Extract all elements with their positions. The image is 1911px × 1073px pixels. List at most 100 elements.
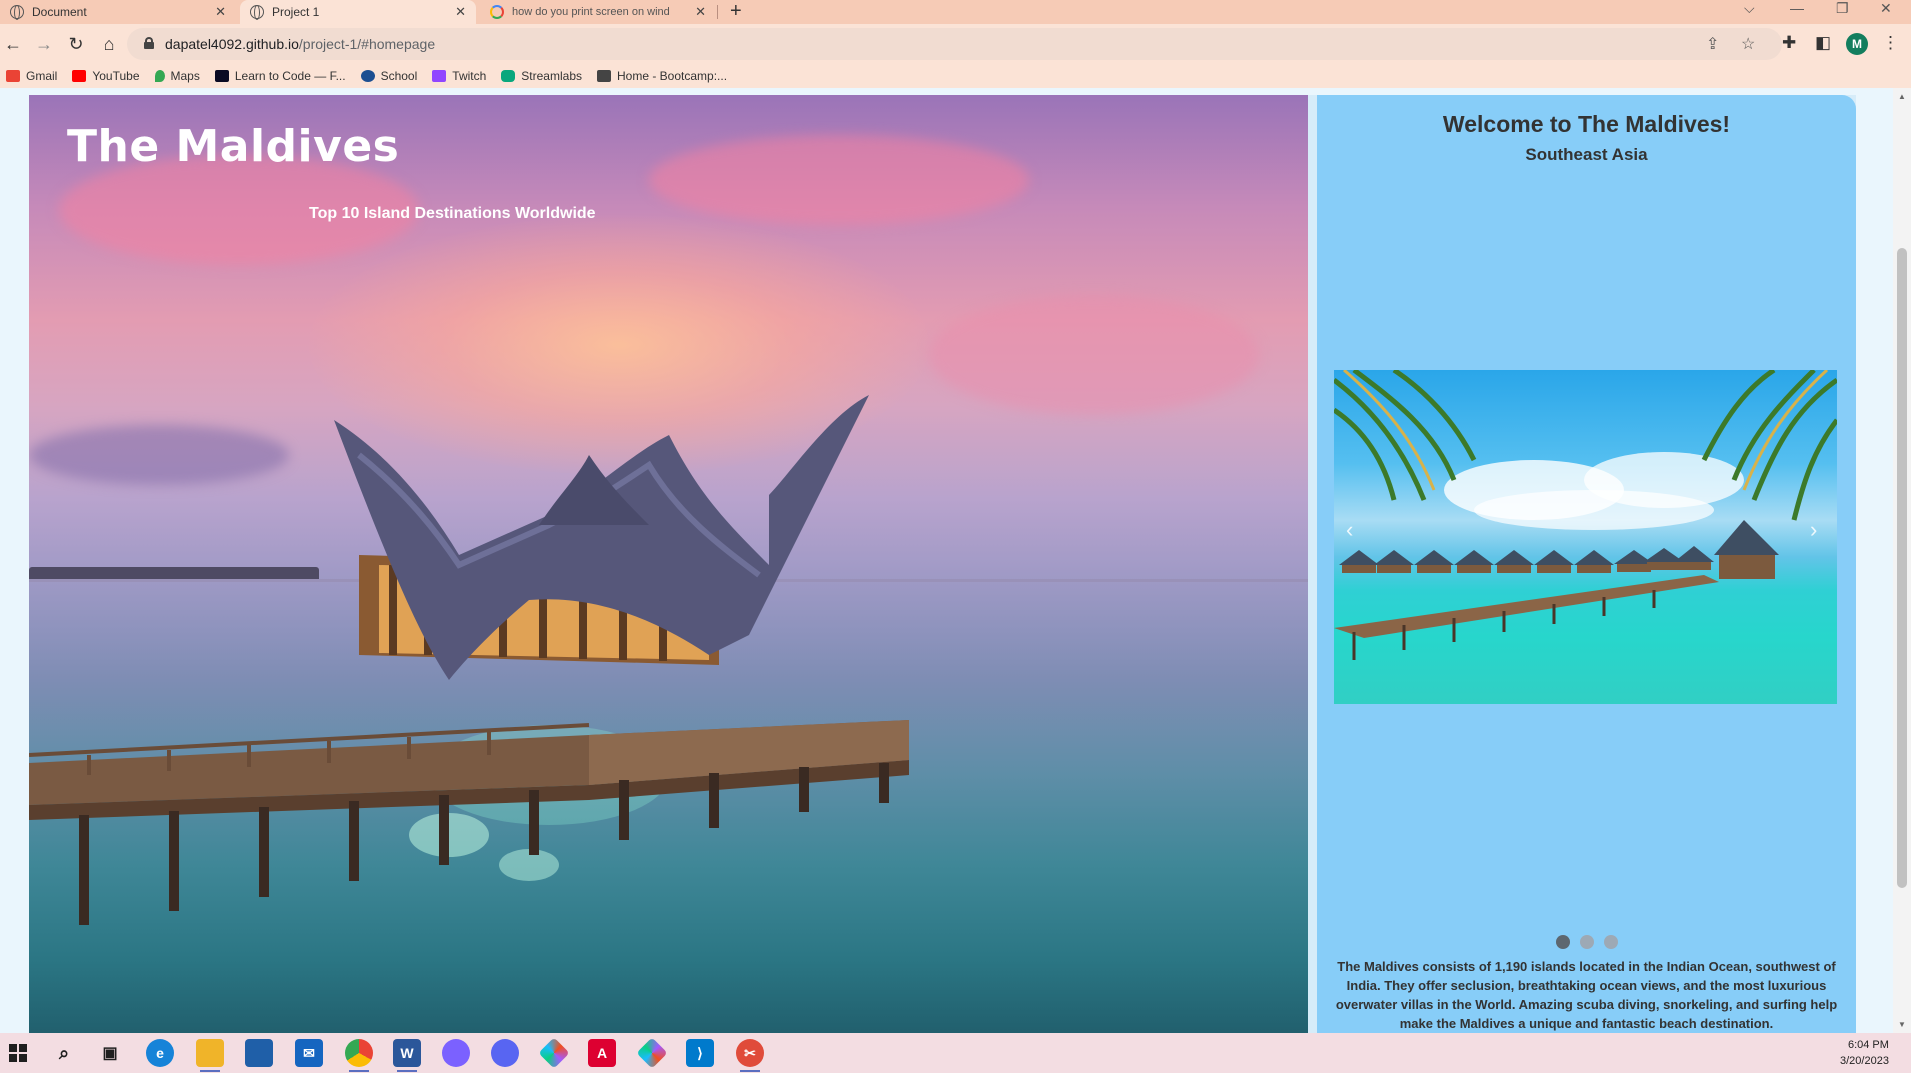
bookmark-star-icon[interactable]: ☆ xyxy=(1741,34,1755,54)
page-container: The Maldives Top 10 Island Destinations … xyxy=(29,95,1856,1033)
bookmark-label: Home - Bootcamp:... xyxy=(617,69,728,83)
active-app-indicator xyxy=(349,1070,369,1072)
figma-icon[interactable] xyxy=(538,1037,570,1069)
clock-date: 3/20/2023 xyxy=(1840,1055,1889,1067)
share-icon[interactable]: ⇪ xyxy=(1706,34,1719,54)
globe-icon xyxy=(250,5,264,20)
streamlabs-icon xyxy=(501,70,516,82)
bookmark-label: Learn to Code — F... xyxy=(234,69,346,83)
clock-time: 6:04 PM xyxy=(1847,1039,1889,1051)
tab-document[interactable]: Document ✕ xyxy=(0,0,236,24)
new-tab-button[interactable]: + xyxy=(730,0,742,22)
bookmark-twitch[interactable]: Twitch xyxy=(432,69,486,83)
forward-button[interactable]: → xyxy=(31,31,57,57)
maps-icon xyxy=(154,70,165,82)
tab-title: Document xyxy=(32,5,87,19)
region-subheading: Southeast Asia xyxy=(1525,145,1648,164)
bookmark-youtube[interactable]: YouTube xyxy=(72,69,140,83)
discord-icon[interactable] xyxy=(491,1039,519,1067)
close-icon[interactable]: ✕ xyxy=(215,4,226,20)
scroll-thumb[interactable] xyxy=(1897,248,1907,888)
carousel-indicator[interactable] xyxy=(1603,935,1618,949)
windows-taskbar: ⌕ ▣ e ✉ W A ⟩ ✂ 6:04 PM 3/20/2023 xyxy=(0,1033,1911,1073)
welcome-heading: Welcome to The Maldives! xyxy=(1442,111,1731,137)
carousel-indicator[interactable] xyxy=(1555,935,1570,949)
lock-icon[interactable] xyxy=(144,37,154,49)
task-view-icon[interactable]: ▣ xyxy=(96,1039,124,1067)
url-host: dapatel4092.github.io xyxy=(165,36,299,52)
chrome-icon[interactable] xyxy=(345,1039,373,1067)
snipping-tool-icon[interactable]: ✂ xyxy=(736,1039,764,1067)
vscode-icon[interactable]: ⟩ xyxy=(686,1039,714,1067)
description-text: The Maldives consists of 1,190 islands l… xyxy=(1335,959,1838,1031)
carousel-indicator[interactable] xyxy=(1579,935,1594,949)
carousel-prev-icon[interactable]: ‹ xyxy=(1346,517,1353,543)
active-app-indicator xyxy=(397,1070,417,1072)
hero-title: The Maldives xyxy=(67,121,400,172)
carousel-indicators xyxy=(1317,935,1856,949)
extensions-icon[interactable]: ✚ xyxy=(1782,33,1796,53)
home-button[interactable]: ⌂ xyxy=(96,31,122,57)
back-button[interactable]: ← xyxy=(0,31,26,57)
tab-strip: Document ✕ Project 1 ✕ how do you print … xyxy=(0,0,1911,24)
edge-icon[interactable]: e xyxy=(146,1039,174,1067)
angular-icon[interactable]: A xyxy=(588,1039,616,1067)
system-clock[interactable]: 6:04 PM 3/20/2023 xyxy=(1840,1037,1889,1069)
restore-button[interactable]: ❐ xyxy=(1836,0,1849,16)
scroll-up-icon[interactable]: ▲ xyxy=(1898,92,1906,101)
scroll-down-icon[interactable]: ▼ xyxy=(1898,1020,1906,1029)
url-text: dapatel4092.github.io/project-1/#homepag… xyxy=(165,36,435,52)
sidebar-panel: Welcome to The Maldives! Southeast Asia xyxy=(1317,95,1856,1033)
bookmark-label: Twitch xyxy=(452,69,487,83)
word-icon[interactable]: W xyxy=(393,1039,421,1067)
youtube-icon xyxy=(72,70,87,82)
close-icon[interactable]: ✕ xyxy=(695,4,706,20)
tab-project-1[interactable]: Project 1 ✕ xyxy=(240,0,476,24)
scrollbar[interactable]: ▲ ▼ xyxy=(1893,88,1911,1033)
address-bar[interactable]: dapatel4092.github.io/project-1/#homepag… xyxy=(127,28,1782,60)
page-viewport[interactable]: The Maldives Top 10 Island Destinations … xyxy=(0,88,1911,1033)
bootcamp-icon xyxy=(597,70,611,82)
profile-avatar[interactable]: M xyxy=(1846,33,1868,55)
bookmark-bootcamp[interactable]: Home - Bootcamp:... xyxy=(597,69,727,83)
globe-icon xyxy=(10,5,24,20)
freecodecamp-icon xyxy=(214,70,229,82)
figma-icon-2[interactable] xyxy=(636,1037,668,1069)
overwater-pavilion-illustration xyxy=(29,395,909,925)
file-explorer-icon[interactable] xyxy=(196,1039,224,1067)
bookmark-label: School xyxy=(380,69,418,83)
bookmark-school[interactable]: School xyxy=(360,69,418,83)
school-icon xyxy=(360,70,375,82)
menu-icon[interactable]: ⋮ xyxy=(1882,33,1899,53)
hero-section: The Maldives Top 10 Island Destinations … xyxy=(29,95,1308,1033)
tab-google-search[interactable]: how do you print screen on wind ✕ xyxy=(480,0,716,24)
close-icon[interactable]: ✕ xyxy=(455,4,466,20)
bookmarks-bar: Gmail YouTube Maps Learn to Code — F... … xyxy=(0,64,1911,88)
bookmark-gmail[interactable]: Gmail xyxy=(6,69,57,83)
search-icon[interactable]: ⌕ xyxy=(50,1039,78,1067)
bookmark-streamlabs[interactable]: Streamlabs xyxy=(501,69,582,83)
bookmark-label: Streamlabs xyxy=(521,69,582,83)
mail-icon[interactable]: ✉ xyxy=(295,1039,323,1067)
active-app-indicator xyxy=(740,1070,760,1072)
image-carousel[interactable]: ‹ › xyxy=(1334,370,1837,704)
hero-subtitle: Top 10 Island Destinations Worldwide xyxy=(309,205,596,222)
bookmark-label: Gmail xyxy=(26,69,58,83)
minimize-button[interactable]: — xyxy=(1790,0,1804,16)
store-icon[interactable] xyxy=(245,1039,273,1067)
overwater-villas-illustration xyxy=(1334,370,1837,660)
tab-title: how do you print screen on wind xyxy=(512,6,670,18)
active-app-indicator xyxy=(200,1070,220,1072)
carousel-next-icon[interactable]: › xyxy=(1810,517,1817,543)
google-icon xyxy=(490,5,504,19)
photos-icon[interactable] xyxy=(442,1039,470,1067)
close-window-button[interactable]: ✕ xyxy=(1880,0,1892,16)
start-icon[interactable] xyxy=(4,1039,32,1067)
url-path: /project-1/#homepage xyxy=(298,36,436,52)
bookmark-maps[interactable]: Maps xyxy=(154,69,200,83)
bookmark-label: Maps xyxy=(170,69,200,83)
bookmark-freecodecamp[interactable]: Learn to Code — F... xyxy=(214,69,346,83)
tab-search-icon[interactable]: ⌵ xyxy=(1744,0,1755,16)
reload-button[interactable]: ↻ xyxy=(63,31,89,57)
side-panel-icon[interactable]: ◧ xyxy=(1815,33,1831,53)
